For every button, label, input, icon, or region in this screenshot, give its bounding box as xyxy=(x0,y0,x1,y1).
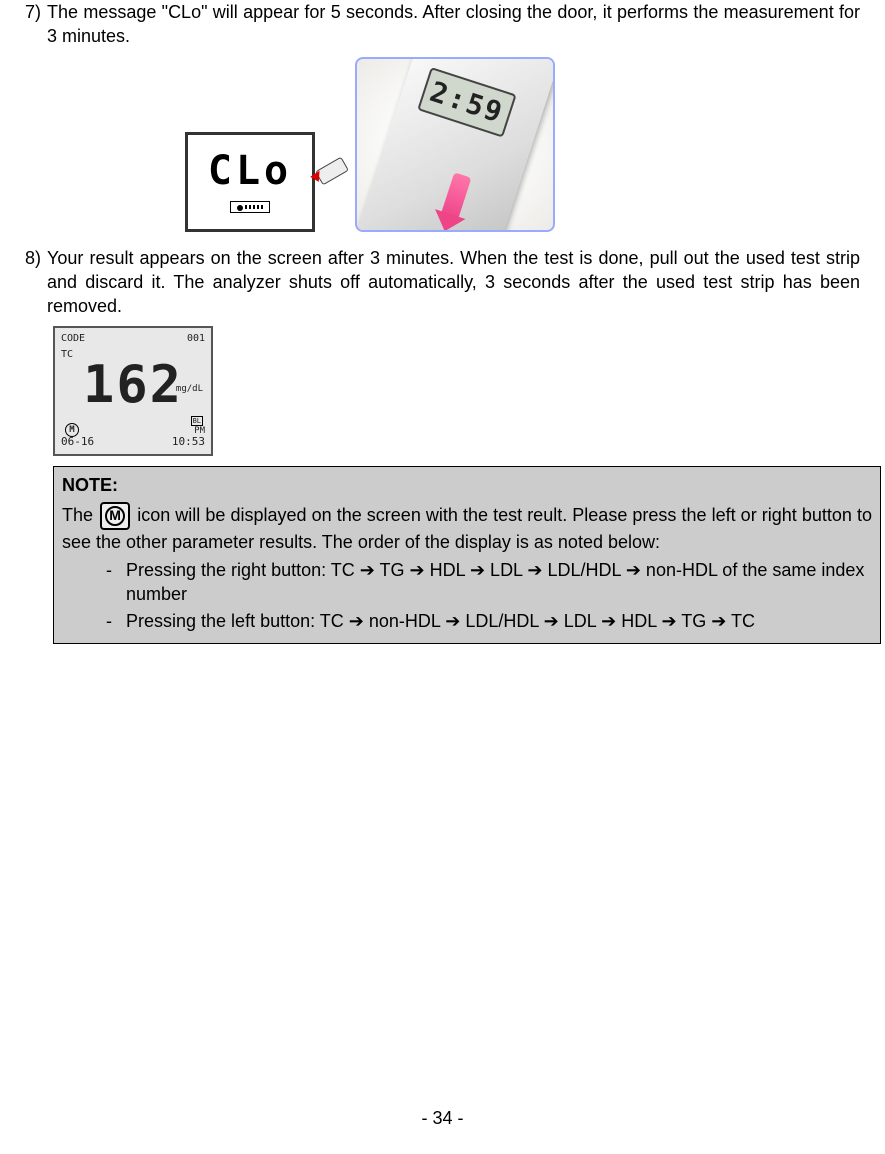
result-code-value: 001 xyxy=(187,332,205,346)
result-top-row: CODE 001 xyxy=(61,332,205,346)
page-number: - 34 - xyxy=(0,1106,885,1130)
result-screen-figure: CODE 001 TC 162 mg/dL M BL PM 06-16 10:5… xyxy=(53,326,213,456)
result-time: 10:53 xyxy=(172,435,205,450)
note-body: The M icon will be displayed on the scre… xyxy=(62,502,872,554)
device-countdown-figure: 2:59 xyxy=(355,57,555,232)
note-text-after: icon will be displayed on the screen wit… xyxy=(62,505,872,552)
step-7-images: CLo 2:59 xyxy=(185,57,860,232)
m-circle-icon: M xyxy=(100,502,130,530)
list-dash: - xyxy=(106,609,112,633)
result-unit: mg/dL xyxy=(176,383,203,395)
clo-display-figure: CLo xyxy=(185,132,315,232)
note-left-button-sequence: Pressing the left button: TC ➔ non-HDL ➔… xyxy=(126,609,872,633)
step-7-number: 7) xyxy=(25,0,41,49)
note-text-before: The xyxy=(62,505,98,525)
test-strip-icon xyxy=(315,156,349,185)
step-8: 8) Your result appears on the screen aft… xyxy=(25,246,860,319)
list-dash: - xyxy=(106,558,112,607)
result-datetime-row: 06-16 10:53 xyxy=(61,435,205,450)
device-lcd: 2:59 xyxy=(417,67,517,138)
step-7: 7) The message "CLo" will appear for 5 s… xyxy=(25,0,860,49)
note-title: NOTE: xyxy=(62,473,872,497)
m-circle-icon-letter: M xyxy=(105,506,125,526)
result-date: 06-16 xyxy=(61,435,94,450)
list-item: - Pressing the left button: TC ➔ non-HDL… xyxy=(98,609,872,633)
note-right-button-sequence: Pressing the right button: TC ➔ TG ➔ HDL… xyxy=(126,558,872,607)
note-box: NOTE: The M icon will be displayed on th… xyxy=(53,466,881,643)
note-list: - Pressing the right button: TC ➔ TG ➔ H… xyxy=(98,558,872,633)
step-8-number: 8) xyxy=(25,246,41,319)
clo-display-text: CLo xyxy=(208,151,292,191)
list-item: - Pressing the right button: TC ➔ TG ➔ H… xyxy=(98,558,872,607)
bl-label: BL xyxy=(191,416,203,426)
result-code-label: CODE xyxy=(61,332,85,346)
step-7-text: The message "CLo" will appear for 5 seco… xyxy=(47,0,860,49)
strip-slot-icon xyxy=(230,201,270,213)
step-8-text: Your result appears on the screen after … xyxy=(47,246,860,319)
